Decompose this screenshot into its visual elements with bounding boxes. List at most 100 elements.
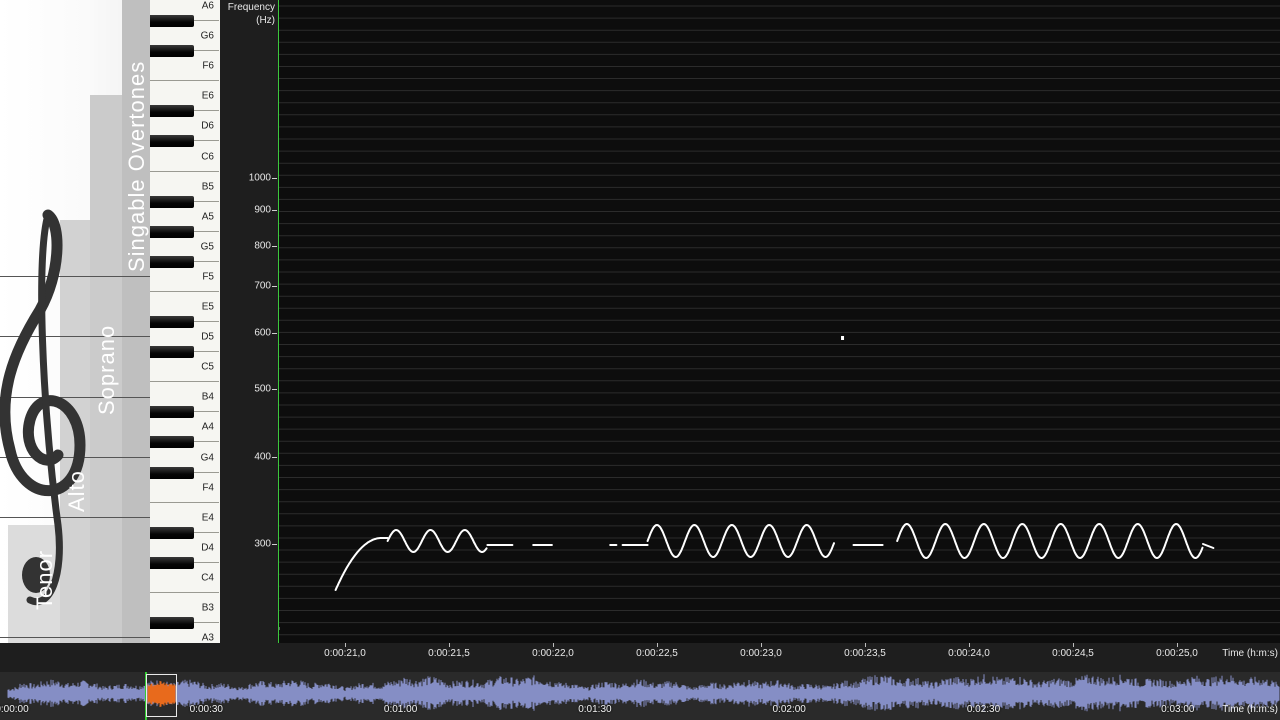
overview-time-unit: Time (h:m:s) xyxy=(1222,704,1278,715)
note-label: A4 xyxy=(201,421,214,433)
overview-waveform[interactable]: Time (h:m:s) 0:00:00 0:00:30 0:01:00 0:01:3… xyxy=(0,672,1280,720)
time-tick xyxy=(553,643,554,647)
piano-black-key[interactable] xyxy=(150,135,194,148)
pitch-plot-canvas xyxy=(279,5,1280,636)
overview-tick-label: 0:03:00 xyxy=(1161,704,1195,715)
piano-black-key[interactable] xyxy=(150,526,194,539)
time-tick-label: 0:00:22,0 xyxy=(532,648,574,659)
note-label: B5 xyxy=(201,181,214,193)
note-label: F6 xyxy=(202,60,214,72)
piano-black-key[interactable] xyxy=(150,45,194,58)
time-tick xyxy=(1073,643,1074,647)
note-label: C6 xyxy=(201,151,214,162)
frequency-tick xyxy=(272,456,277,458)
note-label: C5 xyxy=(201,361,214,373)
time-tick-label: 0:00:23,0 xyxy=(740,648,782,659)
piano-black-key[interactable] xyxy=(150,105,194,118)
time-axis: Time (h:m:s) 0:00:21,0 0:00:21,5 0:00:22,0… xyxy=(278,643,1280,670)
pitch-plot-area[interactable] xyxy=(278,0,1280,643)
frequency-tick xyxy=(272,178,277,179)
pitch-trace-vibrato xyxy=(896,522,1204,560)
time-tick xyxy=(761,643,762,647)
piano-black-key[interactable] xyxy=(150,436,194,449)
time-tick-label: 0:00:25,0 xyxy=(1156,648,1198,659)
frequency-tick xyxy=(272,333,277,335)
pitch-trace-vibrato xyxy=(646,523,835,559)
note-label: E4 xyxy=(201,512,214,524)
piano-black-key[interactable] xyxy=(150,225,194,238)
piano-keyboard[interactable]: A6 G6 F6 E6 D6 C6 B5 A5 G5 F5 E5 D5 C5 B4 A4 G4 F4 E4 D4 C4… xyxy=(150,0,221,643)
piano-black-key[interactable] xyxy=(150,466,194,479)
time-tick-label: 0:00:24,0 xyxy=(948,648,990,659)
soprano-label: Soprano xyxy=(94,324,119,415)
note-label: C4 xyxy=(201,572,214,584)
note-label: F4 xyxy=(202,482,214,494)
overview-tick-label: 0:01:30 xyxy=(578,704,612,715)
note-label: A3 xyxy=(201,632,214,643)
note-label: A5 xyxy=(201,211,214,223)
pitch-point xyxy=(841,336,845,340)
frequency-axis: Frequency (Hz) 1000 900 800 700 600 500 400 300 xyxy=(220,0,278,643)
time-tick-label: 0:00:24,5 xyxy=(1052,648,1094,659)
piano-black-key[interactable] xyxy=(150,617,194,630)
frequency-tick-label: 1000 xyxy=(248,172,271,184)
note-label: D6 xyxy=(201,120,214,132)
time-tick xyxy=(449,643,450,647)
time-tick xyxy=(969,643,970,647)
frequency-tick-label: 900 xyxy=(254,204,271,216)
frequency-tick xyxy=(272,210,277,212)
piano-black-key[interactable] xyxy=(150,15,194,28)
pitch-trace-fragment xyxy=(1202,543,1215,549)
overview-tick-label: 0:01:00 xyxy=(383,704,418,715)
piano-black-key[interactable] xyxy=(150,346,194,359)
time-tick-label: 0:00:22,5 xyxy=(636,648,678,659)
time-tick-label: 0:00:21,0 xyxy=(324,648,366,659)
pitch-trace-onset xyxy=(334,537,389,591)
frequency-tick xyxy=(272,544,277,545)
frequency-tick-label: 800 xyxy=(254,240,271,252)
time-tick xyxy=(345,643,346,647)
overview-tick-label: 0:00:30 xyxy=(189,704,223,715)
frequency-tick-label: 600 xyxy=(254,327,271,339)
note-label: F5 xyxy=(202,271,214,283)
piano-black-key[interactable] xyxy=(150,255,194,268)
note-label: E6 xyxy=(201,90,214,102)
overview-tick-label: 0:00:00 xyxy=(0,704,29,715)
pitch-analysis-window: Singable Overtones Soprano Alto Tenor A6… xyxy=(0,0,1280,720)
frequency-tick-label: 500 xyxy=(254,383,271,395)
note-label: D5 xyxy=(201,331,214,343)
note-label: A6 xyxy=(201,0,214,12)
overview-selection-window[interactable] xyxy=(146,674,177,717)
time-tick xyxy=(657,643,658,647)
frequency-tick xyxy=(272,286,277,288)
time-tick-label: 0:00:21,5 xyxy=(428,648,470,659)
staff-line xyxy=(0,637,150,638)
note-label: B4 xyxy=(201,391,214,403)
piano-black-key[interactable] xyxy=(150,556,194,569)
voice-range-panel: Singable Overtones Soprano Alto Tenor xyxy=(0,0,150,643)
frequency-tick-label: 300 xyxy=(254,538,271,550)
overview-tick-label: 0:02:00 xyxy=(772,704,806,715)
piano-black-key[interactable] xyxy=(150,195,194,208)
note-label: B3 xyxy=(201,602,214,614)
piano-black-key[interactable] xyxy=(150,406,194,419)
pitch-trace-vibrato xyxy=(386,528,488,554)
frequency-axis-title-line2: (Hz) xyxy=(256,15,275,26)
frequency-tick-label: 400 xyxy=(254,451,271,463)
time-tick xyxy=(1177,643,1178,647)
piano-black-key[interactable] xyxy=(150,316,194,329)
note-label: E5 xyxy=(201,301,214,313)
overview-tick-label: 0:02:30 xyxy=(966,704,1001,715)
frequency-axis-title-line1: Frequency xyxy=(227,2,275,13)
frequency-axis-title: Frequency (Hz) xyxy=(228,1,275,27)
overtones-label: Singable Overtones xyxy=(124,60,149,272)
frequency-tick xyxy=(272,245,277,247)
tenor-label: Tenor xyxy=(32,549,57,610)
note-label: D4 xyxy=(201,542,214,554)
alto-label: Alto xyxy=(64,470,89,512)
frequency-tick-label: 700 xyxy=(254,280,271,292)
note-label: G5 xyxy=(200,241,214,253)
frequency-tick xyxy=(272,388,277,390)
note-label: G4 xyxy=(200,452,214,463)
note-label: G6 xyxy=(200,30,214,42)
